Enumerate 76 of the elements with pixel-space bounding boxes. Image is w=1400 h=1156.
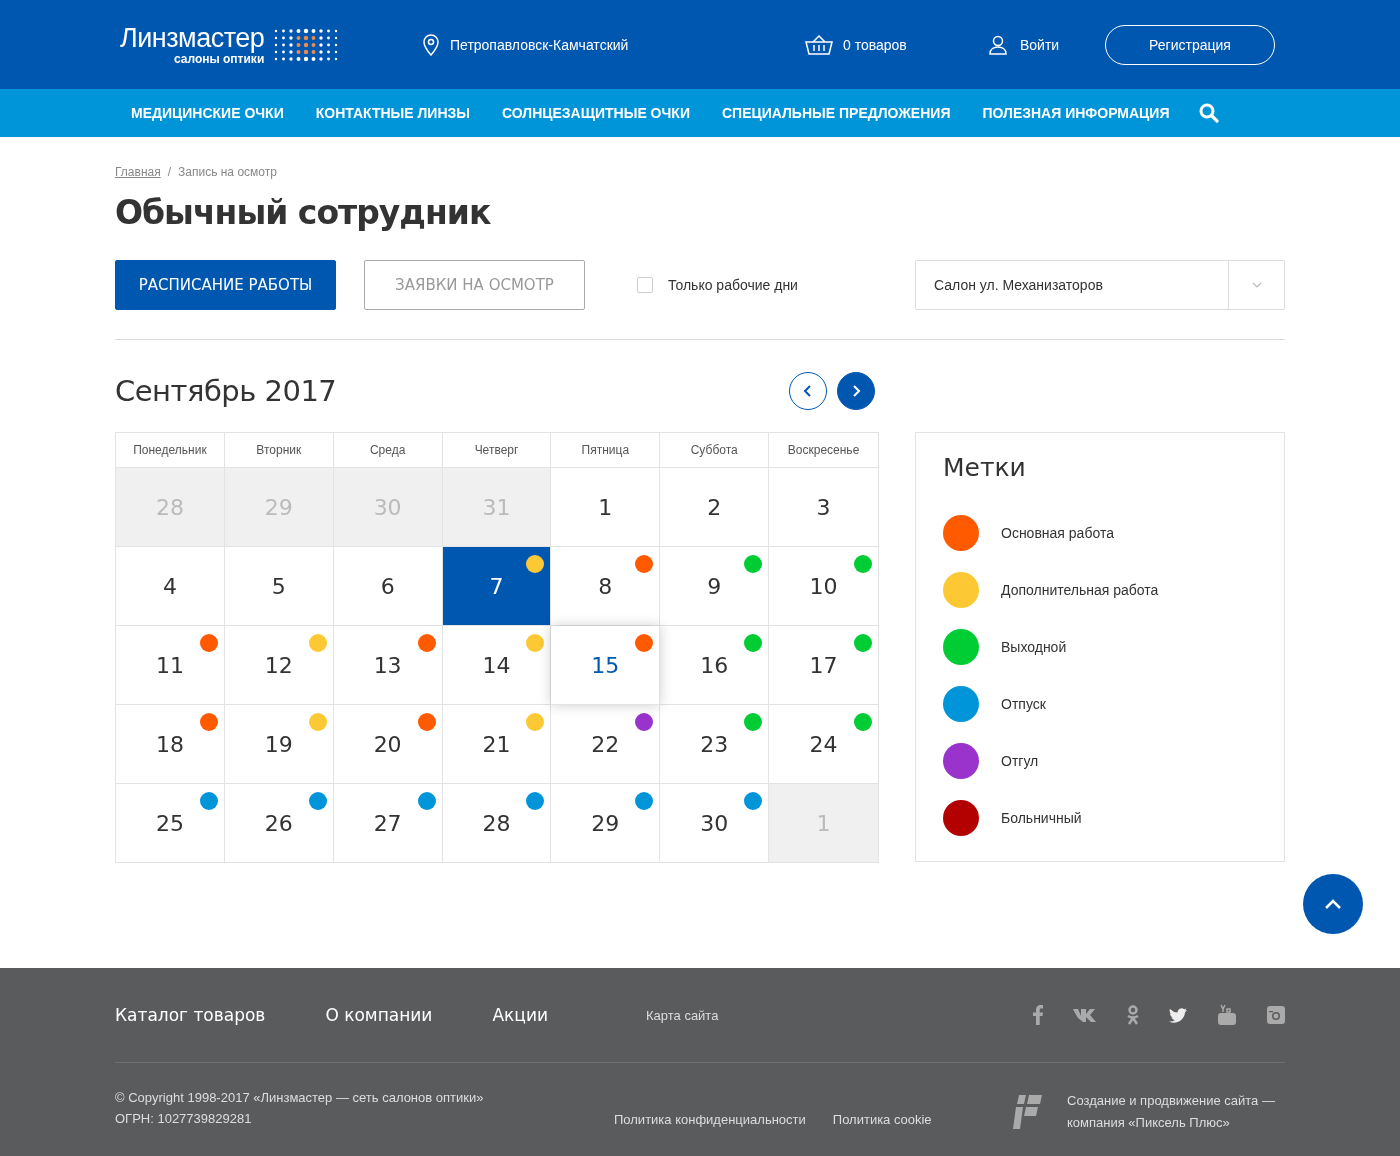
legend-label: Основная работа bbox=[1001, 524, 1114, 541]
calendar-day[interactable]: 4 bbox=[116, 547, 225, 626]
legend-label: Больничный bbox=[1001, 809, 1082, 826]
breadcrumb-link[interactable]: Главная bbox=[115, 165, 161, 179]
search-icon[interactable] bbox=[1199, 103, 1220, 123]
month-title: Сентябрь 2017 bbox=[115, 374, 338, 408]
logo-name: Линзмастер bbox=[120, 23, 265, 52]
instagram-icon[interactable] bbox=[1267, 1006, 1285, 1024]
legend-label: Дополнительная работа bbox=[1001, 581, 1159, 598]
legend-label: Выходной bbox=[1001, 638, 1067, 655]
cart-link[interactable]: 0 товаров bbox=[843, 36, 907, 53]
policy-link[interactable]: Политика cookie bbox=[832, 1112, 932, 1127]
calendar-day[interactable]: 18 bbox=[116, 705, 225, 784]
legend-title: Метки bbox=[943, 453, 1027, 482]
calendar-day[interactable]: 5 bbox=[224, 547, 334, 626]
calendar-day[interactable]: 22 bbox=[551, 705, 661, 784]
page-title: Обычный сотрудник bbox=[115, 193, 492, 232]
bird-icon[interactable] bbox=[1169, 1007, 1187, 1023]
sitemap-link[interactable]: Карта сайта bbox=[646, 1007, 719, 1023]
login-link[interactable]: Войти bbox=[1020, 36, 1060, 53]
next-month-button[interactable] bbox=[837, 372, 875, 410]
calendar-day[interactable]: 25 bbox=[116, 784, 225, 862]
calendar-day[interactable]: 26 bbox=[224, 784, 334, 862]
breadcrumb-separator: / bbox=[167, 165, 172, 179]
ogrn-text: ОГРН: 1027739829281 bbox=[115, 1111, 253, 1126]
odnoklassniki-icon[interactable] bbox=[1127, 1005, 1139, 1025]
calendar-day[interactable]: 2 bbox=[660, 468, 770, 547]
salon-dropdown[interactable]: Салон ул. Механизаторов bbox=[915, 260, 1285, 310]
chevron-left-icon bbox=[803, 384, 813, 398]
calendar-day[interactable]: 12 bbox=[224, 626, 334, 705]
calendar-day[interactable]: 1 bbox=[551, 468, 661, 547]
calendar-day[interactable]: 20 bbox=[333, 705, 443, 784]
calendar-day[interactable]: 29 bbox=[551, 784, 661, 862]
youtube-icon[interactable] bbox=[1217, 1004, 1237, 1026]
footer-menu-link[interactable]: О компании bbox=[325, 1005, 433, 1025]
chevron-up-icon bbox=[1324, 898, 1342, 910]
breadcrumb-current: Запись на осмотр bbox=[178, 165, 277, 179]
tab[interactable]: РАСПИСАНИЕ РАБОТЫ bbox=[115, 260, 336, 310]
calendar-day[interactable]: 23 bbox=[660, 705, 770, 784]
calendar-day[interactable]: 27 bbox=[333, 784, 443, 862]
checkbox-label[interactable]: Только рабочие дни bbox=[668, 277, 798, 293]
policy-link[interactable]: Политика конфиденциальности bbox=[614, 1112, 806, 1127]
calendar-day[interactable]: 19 bbox=[224, 705, 334, 784]
calendar-day[interactable]: 11 bbox=[116, 626, 225, 705]
developer-credit[interactable]: Создание и продвижение сайта — компания «Пиксель Плюс» bbox=[1067, 1090, 1285, 1134]
calendar-day[interactable]: 13 bbox=[333, 626, 443, 705]
calendar-day[interactable]: 28 bbox=[442, 784, 552, 862]
facebook-icon[interactable] bbox=[1033, 1005, 1043, 1025]
weekday-header: Суббота bbox=[660, 433, 770, 468]
chevron-right-icon bbox=[851, 384, 861, 398]
developer-logo-icon bbox=[1013, 1095, 1043, 1129]
calendar-day[interactable]: 7 bbox=[442, 547, 552, 626]
calendar-day[interactable]: 15 bbox=[551, 626, 661, 705]
legend-label: Отгул bbox=[1001, 752, 1039, 769]
user-icon[interactable] bbox=[989, 34, 1007, 55]
calendar-day[interactable]: 6 bbox=[333, 547, 443, 626]
calendar-day[interactable]: 10 bbox=[769, 547, 878, 626]
footer-menu-link[interactable]: Каталог товаров bbox=[115, 1005, 266, 1025]
calendar-day[interactable]: 21 bbox=[442, 705, 552, 784]
basket-icon[interactable] bbox=[805, 33, 833, 56]
calendar-day[interactable]: 17 bbox=[769, 626, 878, 705]
vk-icon[interactable] bbox=[1073, 1008, 1097, 1022]
chevron-down-icon bbox=[1251, 282, 1262, 288]
footer-menu-link[interactable]: Акции bbox=[492, 1005, 548, 1025]
legend-label: Отпуск bbox=[1001, 695, 1046, 712]
scroll-up-button[interactable] bbox=[1303, 874, 1363, 934]
copyright-text: © Copyright 1998-2017 «Линзмастер — сеть салонов оптики» bbox=[115, 1090, 485, 1105]
calendar-day[interactable]: 3 bbox=[769, 468, 878, 547]
calendar-day[interactable]: 16 bbox=[660, 626, 770, 705]
location-pin-icon bbox=[423, 33, 439, 56]
calendar-day[interactable]: 9 bbox=[660, 547, 770, 626]
checkbox[interactable] bbox=[637, 277, 653, 293]
previous-month-button[interactable] bbox=[789, 372, 827, 410]
city-link[interactable]: Петропавловск-Камчатский bbox=[450, 36, 629, 53]
weekday-header: Пятница bbox=[551, 433, 661, 468]
weekday-header: Воскресенье bbox=[769, 433, 878, 468]
